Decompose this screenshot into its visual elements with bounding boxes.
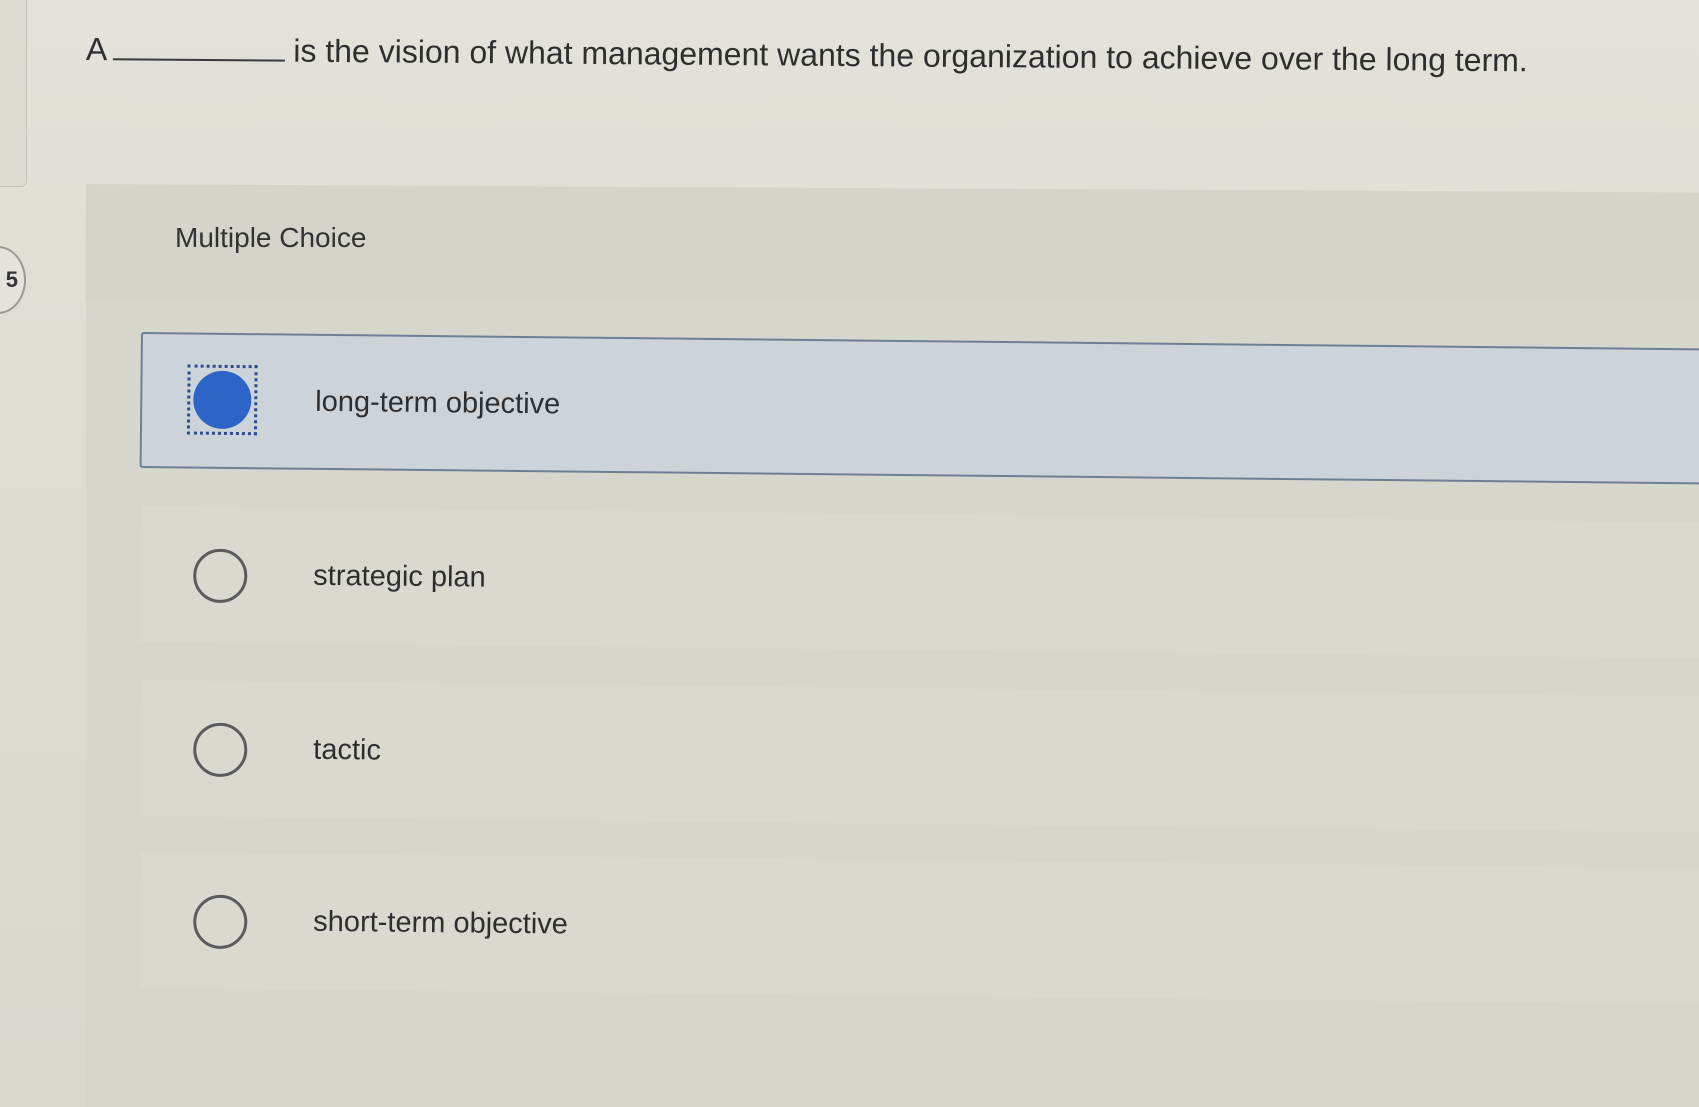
choice-label: short-term objective [313, 905, 569, 941]
choice-label: long-term objective [315, 385, 561, 421]
radio-unselected-icon[interactable] [192, 722, 248, 778]
radio-selected-icon[interactable] [192, 370, 252, 430]
choice-label: tactic [313, 733, 382, 767]
radio-unselected-icon[interactable] [192, 548, 248, 604]
prompt-suffix: is the vision of what management wants t… [293, 32, 1528, 79]
choice-label: strategic plan [313, 559, 486, 594]
question-number-badge[interactable]: 5 [0, 246, 26, 314]
fill-in-blank [113, 30, 286, 62]
prompt-prefix: A [85, 31, 108, 68]
radio-unselected-icon[interactable] [192, 894, 248, 950]
quiz-page: 5 Ais the vision of what management want… [0, 0, 1699, 1107]
question-prompt: Ais the vision of what management wants … [86, 30, 1528, 79]
choice-long-term-objective[interactable]: long-term objective [139, 332, 1699, 485]
side-panel-edge [0, 0, 27, 187]
choice-strategic-plan[interactable]: strategic plan [139, 506, 1699, 659]
question-number: 5 [5, 267, 18, 292]
section-label: Multiple Choice [175, 222, 367, 253]
choice-tactic[interactable]: tactic [139, 680, 1699, 833]
choice-short-term-objective[interactable]: short-term objective [139, 852, 1699, 1005]
